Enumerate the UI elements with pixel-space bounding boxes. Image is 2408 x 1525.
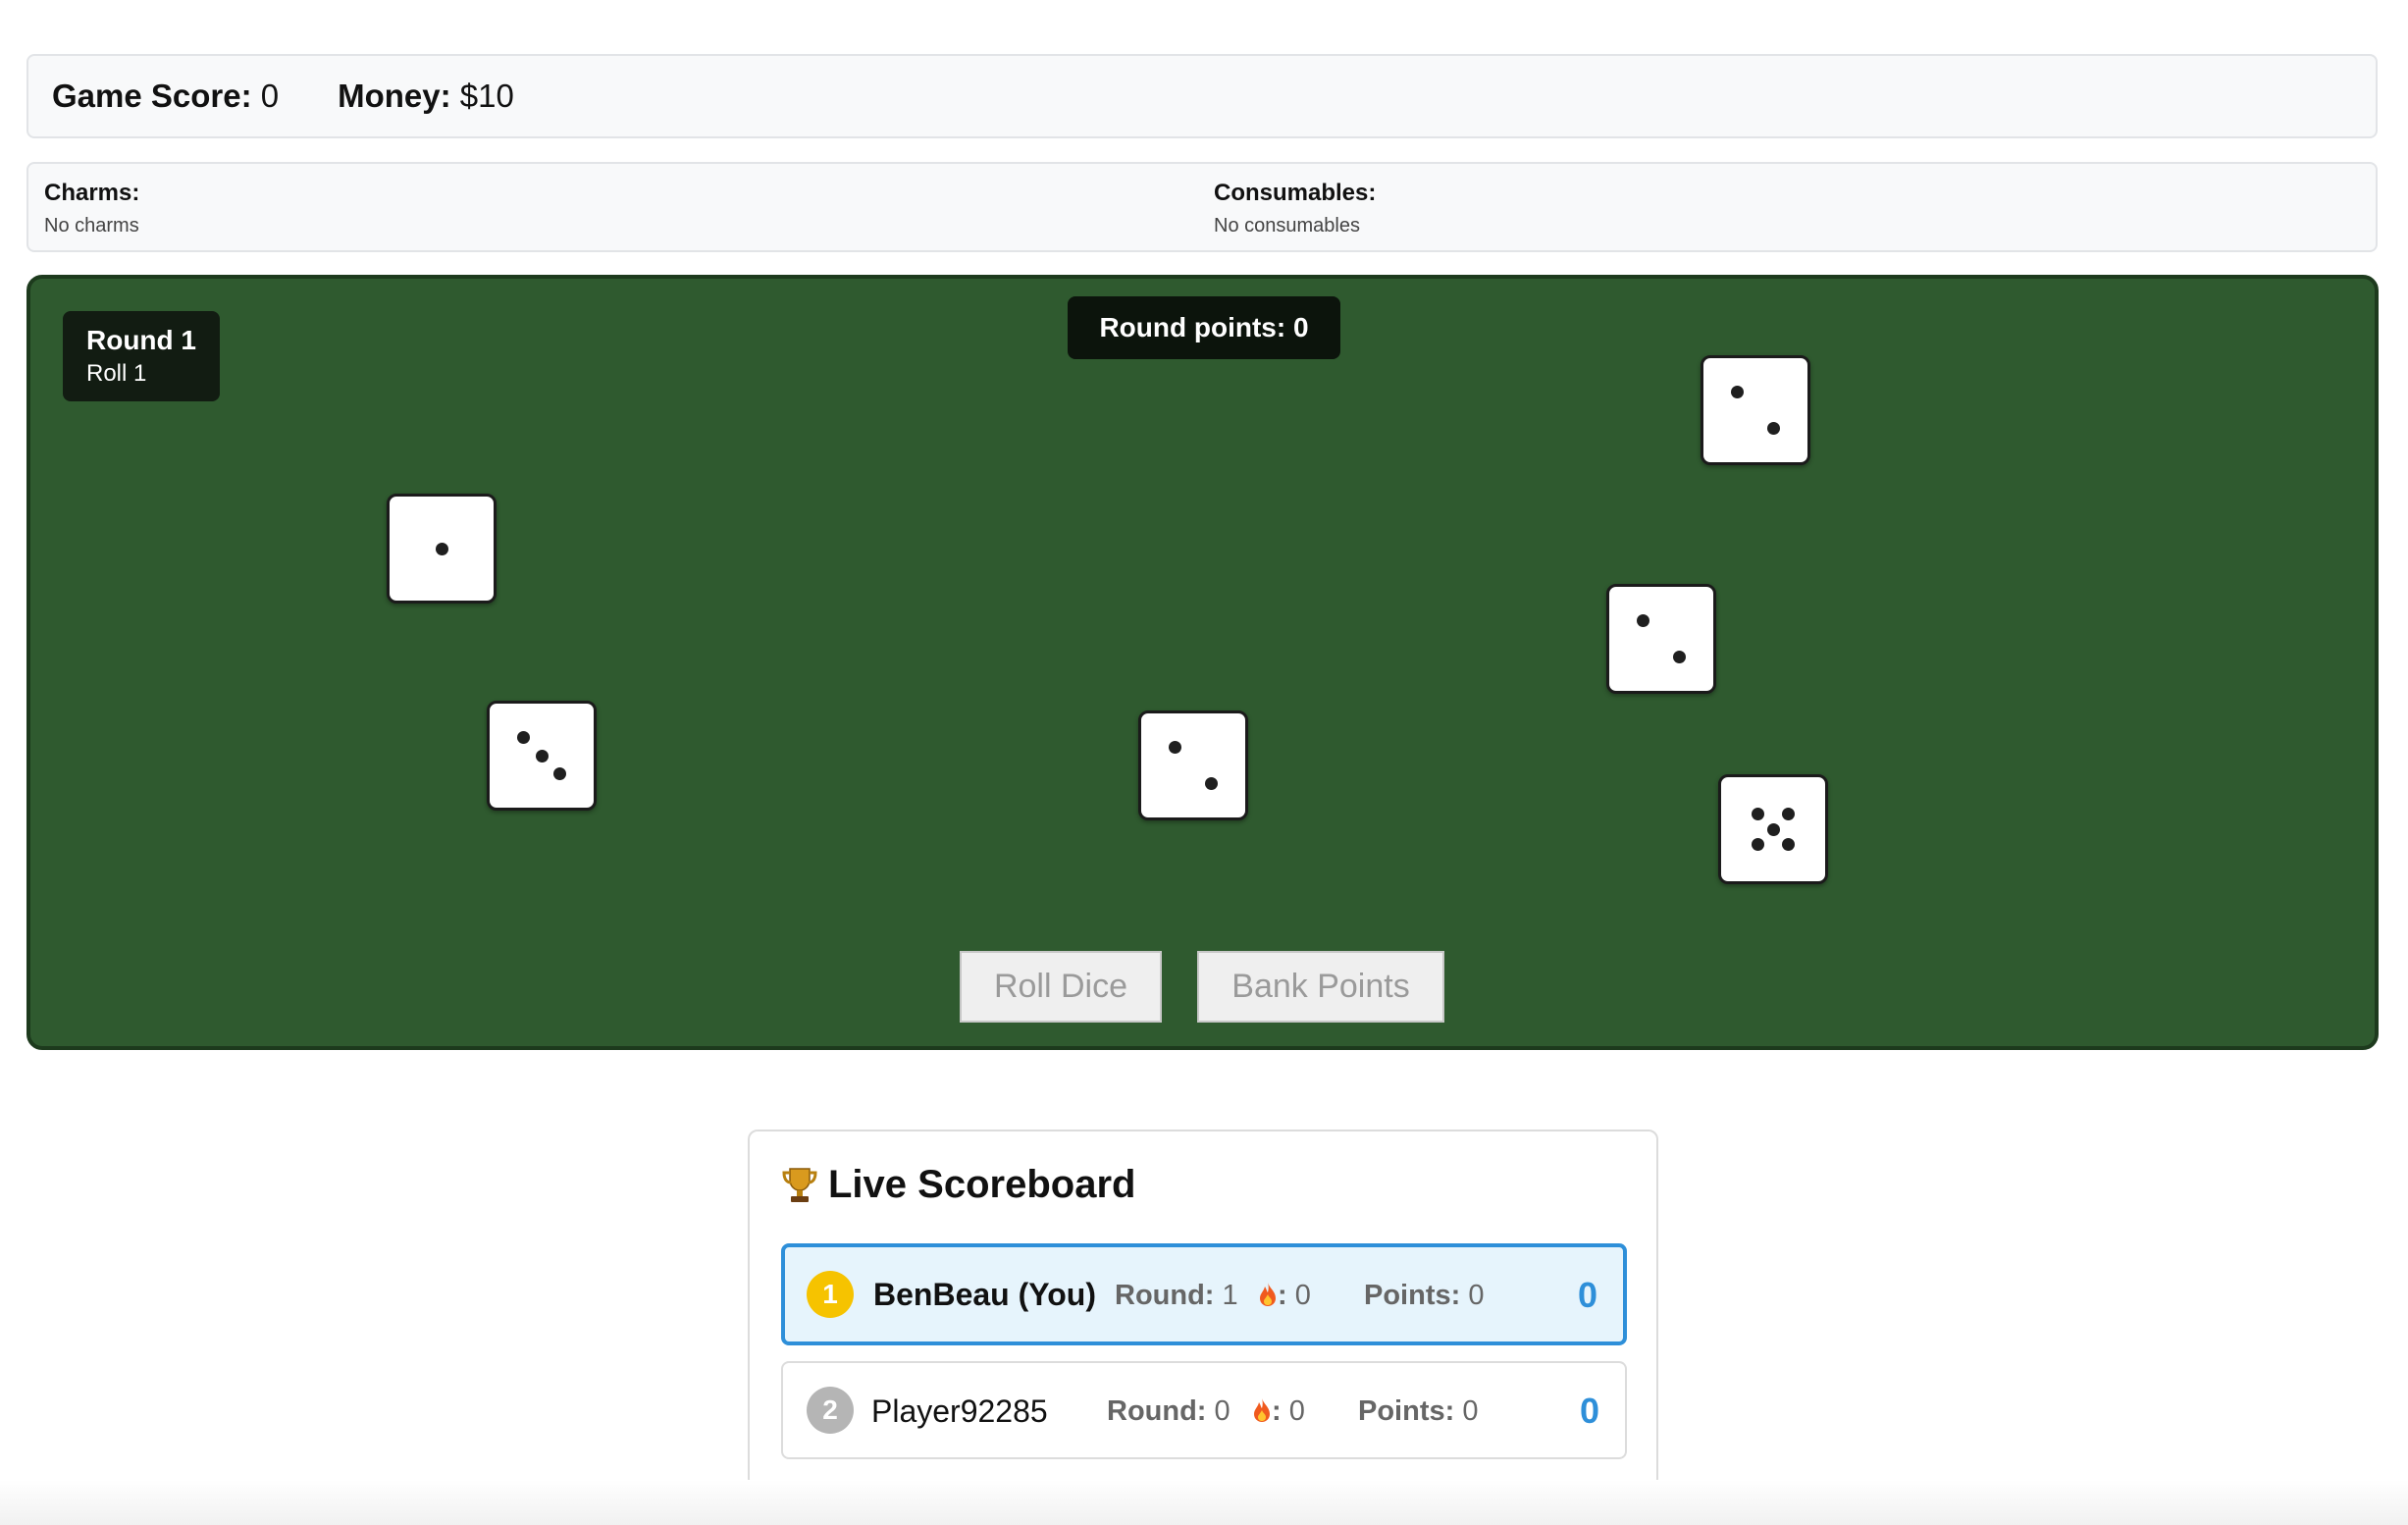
- consumables-section: Consumables: No consumables: [1214, 180, 1376, 237]
- player-streak: : 0: [1252, 1395, 1305, 1428]
- die-5[interactable]: [1701, 355, 1810, 465]
- player-round: Round: 0: [1107, 1395, 1230, 1427]
- die-pip: [1169, 741, 1182, 755]
- die-pip: [1751, 807, 1764, 820]
- charms-empty-text: No charms: [44, 215, 139, 237]
- charms-section: Charms: No charms: [44, 180, 139, 237]
- inventory-bar: Charms: No charms Consumables: No consum…: [26, 162, 2378, 252]
- charms-heading: Charms:: [44, 180, 140, 206]
- player-streak: : 0: [1258, 1280, 1311, 1312]
- die-1[interactable]: [387, 494, 497, 604]
- game-score: Game Score: 0: [52, 78, 280, 114]
- die-pip: [1782, 807, 1796, 820]
- player-name: Player92285: [871, 1394, 1048, 1429]
- die-pip: [435, 542, 448, 555]
- consumables-empty-text: No consumables: [1214, 215, 1360, 237]
- money: Money: $10: [338, 78, 514, 114]
- live-scoreboard: Live Scoreboard 1 BenBeau (You) Round: 1…: [748, 1130, 1658, 1489]
- die-3[interactable]: [1138, 710, 1248, 820]
- player-round: Round: 1: [1115, 1280, 1238, 1311]
- die-pip: [517, 731, 531, 745]
- fire-icon: [1258, 1282, 1278, 1307]
- player-total: 0: [1579, 1391, 1599, 1431]
- trophy-icon: [781, 1166, 818, 1205]
- game-stats-bar: Game Score: 0 Money: $10: [26, 54, 2378, 138]
- die-pip: [1731, 386, 1745, 399]
- scoreboard-row: 2 Player92285 Round: 0 : 0 Points: 0 0: [781, 1361, 1627, 1459]
- player-points: Points: 0: [1358, 1395, 1479, 1427]
- die-2[interactable]: [487, 701, 597, 811]
- round-number: Round 1: [86, 325, 196, 355]
- scoreboard-row: 1 BenBeau (You) Round: 1 : 0 Points: 0 0: [781, 1243, 1627, 1345]
- scoreboard-title: Live Scoreboard: [781, 1163, 1135, 1207]
- die-pip: [1766, 822, 1780, 836]
- consumables-heading: Consumables:: [1214, 180, 1377, 206]
- player-name: BenBeau (You): [873, 1277, 1096, 1312]
- die-pip: [1782, 838, 1796, 852]
- die-pip: [1204, 776, 1218, 790]
- bank-points-button[interactable]: Bank Points: [1197, 951, 1444, 1023]
- player-points: Points: 0: [1364, 1280, 1485, 1311]
- die-4[interactable]: [1606, 584, 1716, 694]
- die-pip: [1637, 614, 1650, 628]
- fire-icon: [1252, 1397, 1272, 1423]
- die-6[interactable]: [1718, 774, 1828, 884]
- die-pip: [1766, 421, 1780, 435]
- die-pip: [1751, 838, 1764, 852]
- roll-dice-button[interactable]: Roll Dice: [960, 951, 1162, 1023]
- dice-table: Round 1 Roll 1 Round points: 0 Roll Dice…: [26, 275, 2379, 1050]
- round-indicator: Round 1 Roll 1: [63, 311, 220, 401]
- page-bottom-edge: [0, 1480, 2408, 1525]
- roll-number: Roll 1: [86, 360, 147, 387]
- rank-badge: 1: [807, 1271, 854, 1318]
- rank-badge: 2: [807, 1387, 854, 1434]
- die-pip: [552, 766, 566, 780]
- die-pip: [535, 749, 549, 762]
- die-pip: [1672, 650, 1686, 663]
- round-points-badge: Round points: 0: [1068, 296, 1340, 359]
- player-total: 0: [1577, 1275, 1597, 1315]
- scoreboard-title-text: Live Scoreboard: [828, 1163, 1136, 1206]
